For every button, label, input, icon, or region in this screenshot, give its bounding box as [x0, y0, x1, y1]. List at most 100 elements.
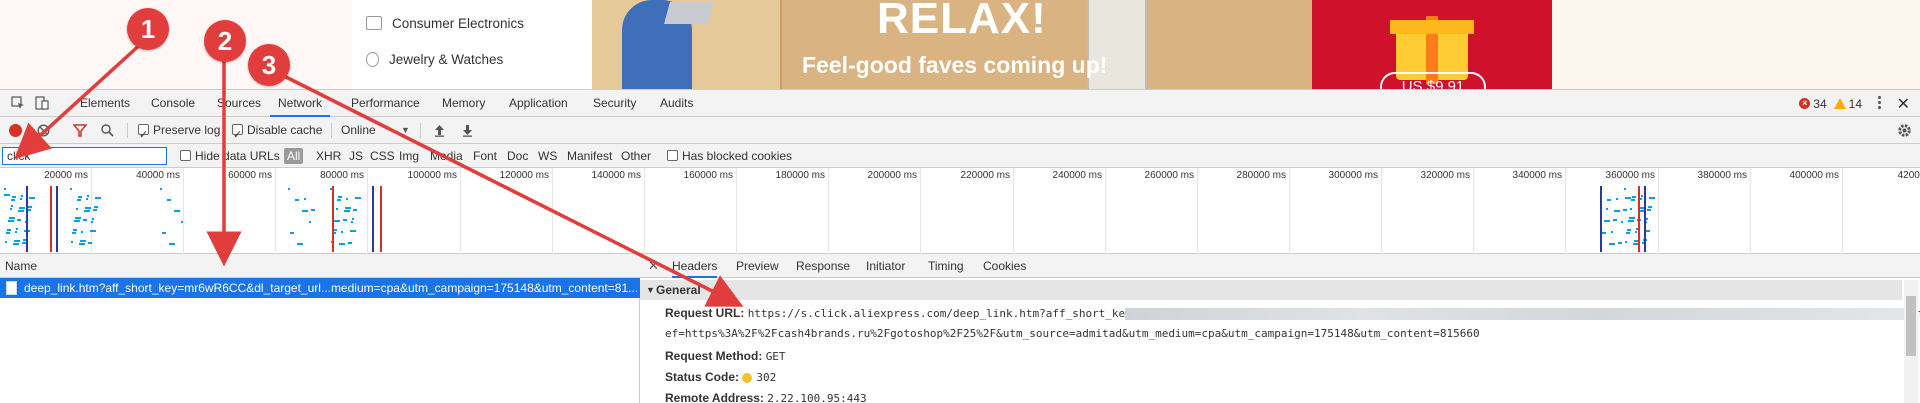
checkbox-checked-icon: [138, 122, 149, 149]
scrollbar[interactable]: [1904, 280, 1918, 403]
clear-icon[interactable]: [37, 124, 50, 137]
category-item-consumer-electronics[interactable]: Consumer Electronics: [366, 13, 524, 33]
filter-type-js[interactable]: JS: [349, 144, 363, 168]
tab-audits[interactable]: Audits: [660, 90, 693, 117]
disable-cache-checkbox[interactable]: Disable cache: [232, 117, 322, 149]
device-toolbar-icon[interactable]: [35, 96, 49, 110]
close-devtools-icon[interactable]: ✕: [1897, 94, 1910, 114]
tab-initiator[interactable]: Initiator: [866, 254, 905, 278]
request-name: deep_link.htm?aff_short_key=mr6wR6CC&dl_…: [24, 281, 639, 295]
column-header-name[interactable]: Name: [0, 254, 640, 278]
timeline-event-line: [1638, 186, 1640, 252]
filter-type-xhr[interactable]: XHR: [316, 144, 341, 168]
timeline-request-mark: [70, 188, 72, 190]
inspect-element-icon[interactable]: [11, 96, 25, 110]
timeline-request-mark: [288, 188, 290, 190]
request-url-continued[interactable]: ef=https%3A%2F%2Fcash4brands.ru%2Fgotosh…: [665, 327, 1480, 340]
hide-data-urls-checkbox[interactable]: Hide data URLs: [180, 144, 280, 168]
timeline-request-mark: [9, 217, 15, 219]
gear-icon[interactable]: [1897, 123, 1912, 138]
general-section-header[interactable]: ▼ General: [640, 280, 1902, 300]
filter-type-css[interactable]: CSS: [370, 144, 395, 168]
timeline-request-mark: [181, 221, 183, 223]
timeline-request-mark: [76, 208, 78, 210]
timeline-request-mark: [341, 231, 343, 233]
filter-type-img[interactable]: Img: [399, 144, 419, 168]
tab-headers[interactable]: Headers: [672, 254, 718, 278]
tab-response[interactable]: Response: [796, 254, 850, 278]
remote-address-label: Remote Address:: [665, 391, 764, 403]
tab-preview[interactable]: Preview: [736, 254, 779, 278]
filter-input[interactable]: [2, 147, 167, 165]
status-code-label: Status Code:: [665, 370, 740, 384]
category-item-jewelry-watches[interactable]: Jewelry & Watches: [366, 49, 503, 69]
search-icon[interactable]: [101, 124, 114, 137]
timeline-gridline: [828, 168, 829, 254]
redacted-region: [1125, 307, 1918, 320]
tab-cookies[interactable]: Cookies: [983, 254, 1026, 278]
timeline-request-mark: [79, 243, 85, 245]
timeline-request-mark: [17, 219, 21, 221]
detail-tabbar: ✕ Headers Preview Response Initiator Tim…: [640, 254, 1920, 278]
timeline-request-mark: [19, 207, 25, 209]
annotation-badge-2: 2: [204, 20, 246, 62]
record-icon[interactable]: [9, 124, 22, 137]
promo-price: US $9.91: [1380, 72, 1486, 89]
timeline-request-mark: [167, 199, 171, 201]
filter-type-manifest[interactable]: Manifest: [567, 144, 612, 168]
timeline-request-mark: [4, 188, 6, 190]
timeline-request-mark: [11, 199, 15, 201]
timeline-request-mark: [13, 243, 19, 245]
timeline-request-mark: [71, 241, 73, 243]
timeline-tick-label: 120000 ms: [499, 170, 549, 181]
tab-security[interactable]: Security: [593, 90, 636, 117]
filter-type-other[interactable]: Other: [621, 144, 651, 168]
timeline-event-line: [380, 186, 382, 252]
filter-type-ws[interactable]: WS: [538, 144, 557, 168]
tab-sources[interactable]: Sources: [217, 90, 261, 117]
more-options-icon[interactable]: [1878, 96, 1882, 110]
timeline-request-mark: [16, 228, 18, 230]
tab-timing[interactable]: Timing: [928, 254, 964, 278]
tab-elements[interactable]: Elements: [80, 90, 130, 117]
filter-icon[interactable]: [73, 124, 87, 137]
status-code-value: 302: [756, 371, 777, 384]
network-toolbar: Preserve log Disable cache Online ▼: [0, 117, 1920, 149]
throttling-select[interactable]: Online ▼: [341, 117, 410, 144]
timeline-request-mark: [346, 198, 348, 200]
divider: [420, 123, 421, 138]
timeline-request-mark: [353, 209, 357, 211]
promo-banner[interactable]: RELAX! Feel-good faves coming up!: [592, 0, 1312, 89]
timeline-request-mark: [74, 220, 80, 222]
export-har-icon[interactable]: [462, 124, 473, 137]
tab-network[interactable]: Network: [270, 90, 331, 117]
timeline-request-mark: [302, 210, 308, 212]
preserve-log-checkbox[interactable]: Preserve log: [138, 117, 220, 149]
tab-application[interactable]: Application: [509, 90, 568, 117]
timeline-request-mark: [343, 219, 347, 221]
timeline-request-mark: [297, 243, 303, 245]
timeline-tick-label: 320000 ms: [1420, 170, 1470, 181]
filter-type-doc[interactable]: Doc: [507, 144, 528, 168]
tab-memory[interactable]: Memory: [442, 90, 485, 117]
request-row[interactable]: deep_link.htm?aff_short_key=mr6wR6CC&dl_…: [0, 278, 640, 298]
timeline-gridline: [644, 168, 645, 254]
filter-type-all[interactable]: All: [284, 148, 304, 164]
scrollbar-thumb[interactable]: [1906, 296, 1916, 356]
timeline-request-mark: [1611, 231, 1613, 233]
timeline-request-mark: [88, 242, 92, 244]
import-har-icon[interactable]: [434, 124, 445, 137]
tab-performance[interactable]: Performance: [351, 90, 420, 117]
tab-console[interactable]: Console: [151, 90, 195, 117]
timeline-event-line: [50, 186, 52, 252]
network-overview-timeline[interactable]: 20000 ms 40000 ms 60000 ms 80000 ms 100000 m…: [0, 168, 1920, 254]
close-details-icon[interactable]: ✕: [648, 254, 659, 278]
issue-counters[interactable]: × 34 14: [1799, 90, 1862, 117]
page-background-left: [0, 0, 352, 89]
filter-type-font[interactable]: Font: [473, 144, 497, 168]
timeline-event-line: [372, 186, 374, 252]
filter-type-media[interactable]: Media: [430, 144, 463, 168]
promo-tile[interactable]: US $9.91: [1312, 0, 1552, 89]
has-blocked-cookies-checkbox[interactable]: Has blocked cookies: [667, 144, 792, 168]
request-url-value[interactable]: https://s.click.aliexpress.com/deep_link…: [748, 307, 1126, 320]
